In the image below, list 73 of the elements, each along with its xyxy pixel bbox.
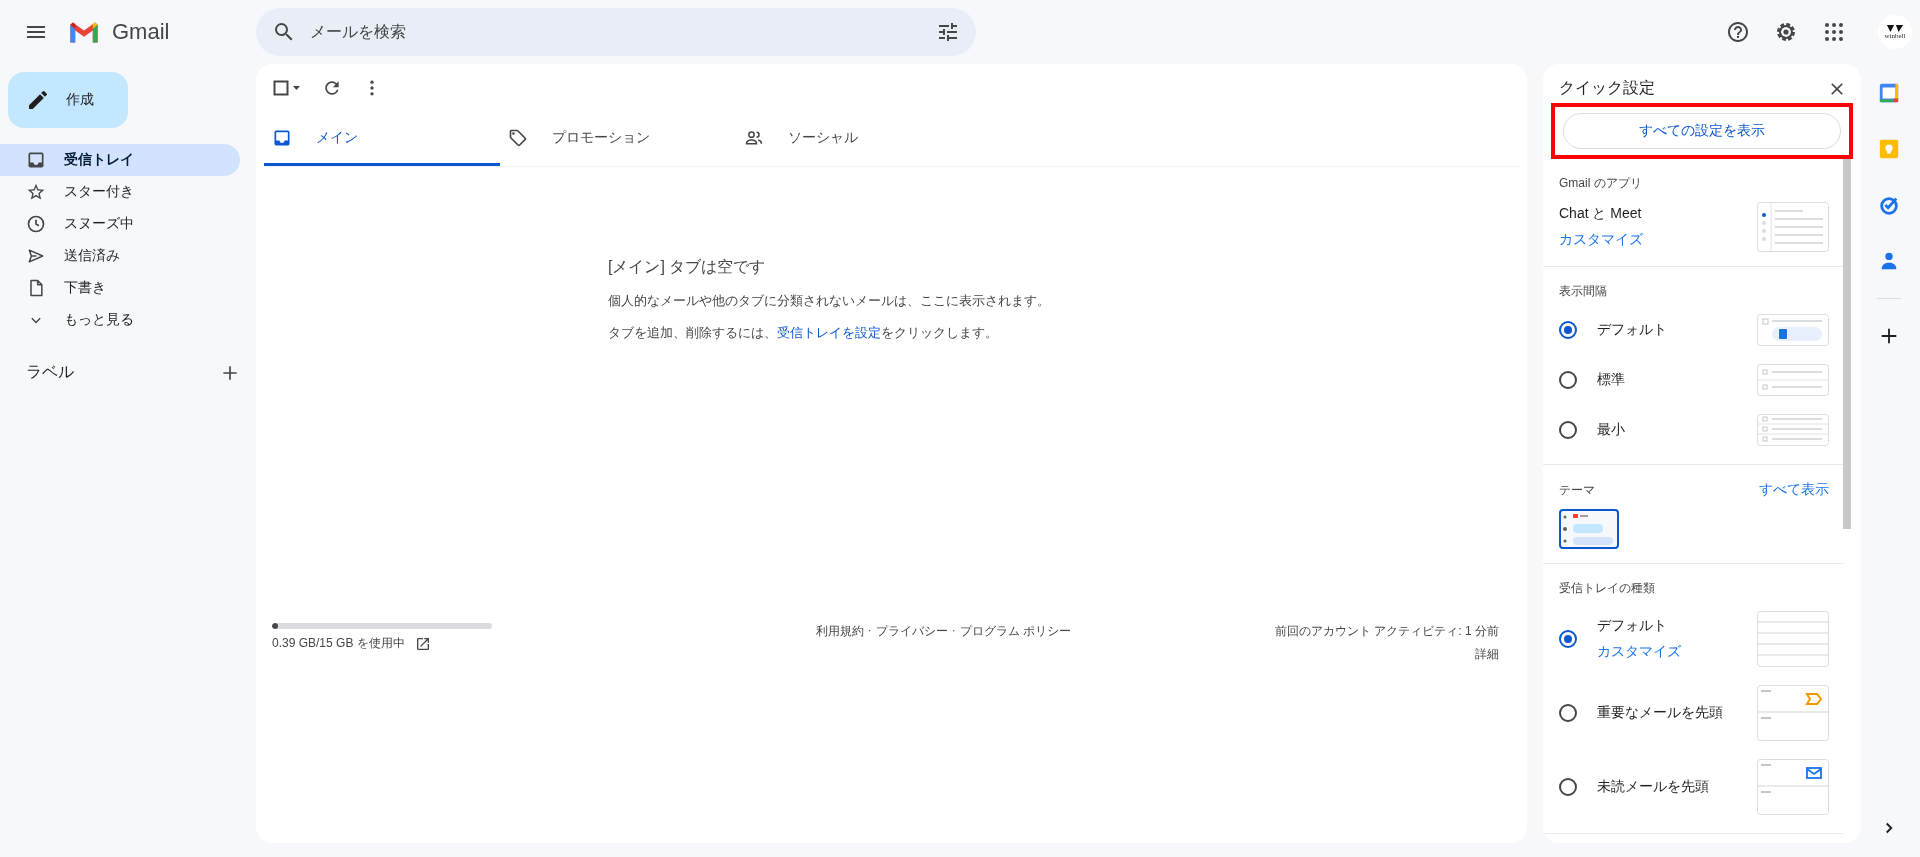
app-name: Gmail	[112, 19, 170, 45]
radio-button[interactable]	[1559, 630, 1577, 648]
view-all-link[interactable]: すべて表示	[1759, 481, 1829, 499]
scrollbar[interactable]	[1843, 159, 1851, 529]
theme-thumbnail[interactable]	[1559, 509, 1619, 549]
details-link[interactable]: 詳細	[1475, 646, 1499, 663]
density-thumbnail	[1757, 364, 1829, 396]
density-thumbnail	[1757, 414, 1829, 446]
inbox-settings-link[interactable]: 受信トレイを設定	[777, 325, 881, 340]
radio-button[interactable]	[1559, 421, 1577, 439]
envelope-logo-icon	[68, 20, 100, 44]
category-tab[interactable]: プロモーション	[500, 112, 736, 166]
sidebar-item[interactable]: スター付き	[0, 176, 240, 208]
pencil-icon	[26, 88, 50, 112]
help-icon[interactable]	[1726, 20, 1750, 44]
open-external-icon[interactable]	[414, 635, 431, 652]
section-heading: Gmail のアプリ	[1559, 175, 1643, 192]
empty-state-text: 個人的なメールや他のタブに分類されないメールは、ここに表示されます。	[608, 292, 1051, 310]
footer-link[interactable]: プログラム ポリシー	[959, 623, 1072, 663]
footer-link[interactable]: プライバシー	[875, 623, 948, 663]
link-separator: ·	[867, 623, 872, 639]
check-circle-icon[interactable]	[1878, 194, 1900, 216]
refresh-icon[interactable]	[322, 78, 342, 98]
apps-grid-icon[interactable]	[1822, 20, 1846, 44]
section-heading: 受信トレイの種類	[1559, 580, 1656, 597]
category-tab[interactable]: ソーシャル	[736, 112, 972, 166]
all-settings-button[interactable]: すべての設定を表示	[1563, 113, 1841, 149]
labels-heading: ラベル	[26, 362, 74, 382]
panel-title: クイック設定	[1559, 78, 1655, 98]
send-icon	[26, 246, 46, 266]
category-tab[interactable]: メイン	[264, 112, 500, 166]
search-bar[interactable]: メールを検索	[256, 8, 976, 56]
section-heading: 表示間隔	[1559, 283, 1608, 300]
option-label: 標準	[1597, 371, 1625, 389]
option-label: 重要なメールを先頭	[1597, 704, 1723, 722]
star-icon	[26, 182, 46, 202]
select-checkbox[interactable]	[272, 78, 302, 98]
inbox-type-thumbnail	[1757, 759, 1829, 815]
app-name: Chat と Meet	[1559, 205, 1643, 223]
link-separator: ·	[951, 623, 956, 639]
inbox-type-thumbnail	[1757, 611, 1829, 667]
section-heading: テーマ	[1559, 481, 1595, 499]
sidebar-item[interactable]: 下書き	[0, 272, 240, 304]
radio-button[interactable]	[1559, 704, 1577, 722]
customize-link[interactable]: カスタマイズ	[1597, 643, 1681, 661]
inbox-icon	[26, 150, 46, 170]
storage-usage-text: 0.39 GB/15 GB を使用中	[272, 635, 405, 652]
option-label: デフォルト	[1597, 617, 1668, 635]
option-label: 最小	[1597, 421, 1625, 439]
radio-button[interactable]	[1559, 321, 1577, 339]
radio-button[interactable]	[1559, 371, 1577, 389]
inbox-type-thumbnail	[1757, 685, 1829, 741]
density-thumbnail	[1757, 314, 1829, 346]
footer-link[interactable]: 利用規約	[815, 623, 864, 663]
last-activity-text: 前回のアカウント アクティビティ: 1 分前	[1274, 623, 1499, 640]
filter-sliders-icon[interactable]	[936, 20, 960, 44]
customize-link[interactable]: カスタマイズ	[1559, 231, 1643, 249]
sidebar-item[interactable]: 送信済み	[0, 240, 240, 272]
sidebar-item[interactable]: 受信トレイ	[0, 144, 240, 176]
settings-icon[interactable]	[1774, 20, 1798, 44]
option-label: デフォルト	[1597, 321, 1667, 339]
empty-state-hint: タブを追加、削除するには、受信トレイを設定をクリックします。	[608, 324, 999, 342]
sidebar-item[interactable]: もっと見る	[0, 304, 240, 336]
chat-layout-thumbnail	[1757, 202, 1829, 252]
empty-state-title: [メイン] タブは空です	[608, 257, 767, 277]
option-label: 未読メールを先頭	[1597, 778, 1709, 796]
search-field[interactable]: メールを検索	[308, 22, 924, 42]
compose-button[interactable]: 作成	[8, 72, 128, 128]
clock-icon	[26, 214, 46, 234]
tag-icon	[508, 127, 528, 148]
calendar-icon[interactable]	[1878, 82, 1900, 104]
radio-button[interactable]	[1559, 778, 1577, 796]
sidebar-item[interactable]: スヌーズ中	[0, 208, 240, 240]
